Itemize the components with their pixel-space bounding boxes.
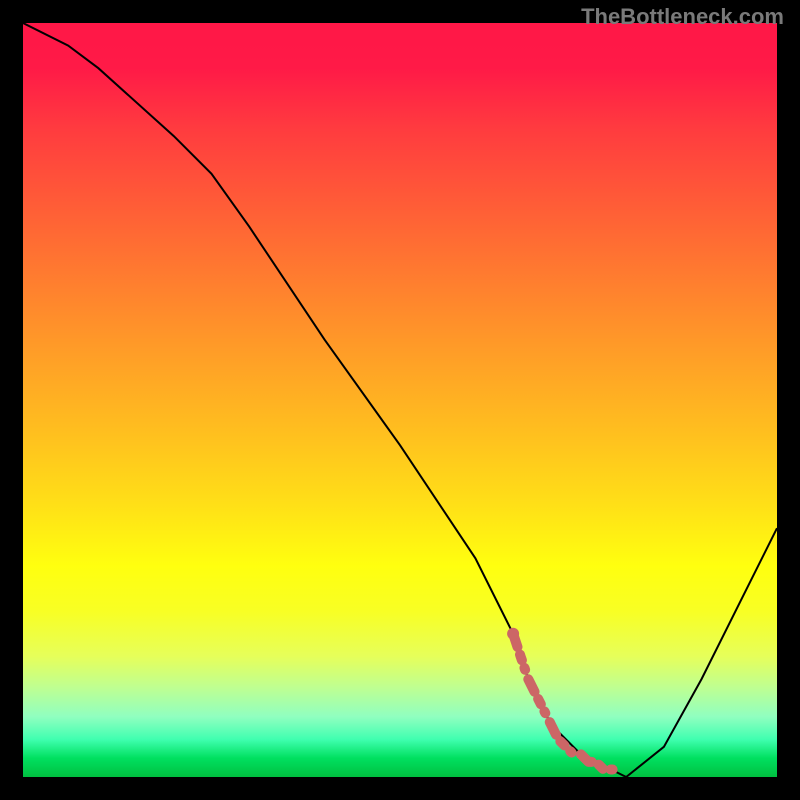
chart-plot-area (23, 23, 777, 777)
main-curve-path (23, 23, 777, 777)
watermark-text: TheBottleneck.com (581, 4, 784, 30)
highlight-curve-path (513, 634, 619, 770)
highlight-start-dot (507, 628, 519, 640)
highlight-segment (507, 628, 619, 770)
chart-svg (23, 23, 777, 777)
